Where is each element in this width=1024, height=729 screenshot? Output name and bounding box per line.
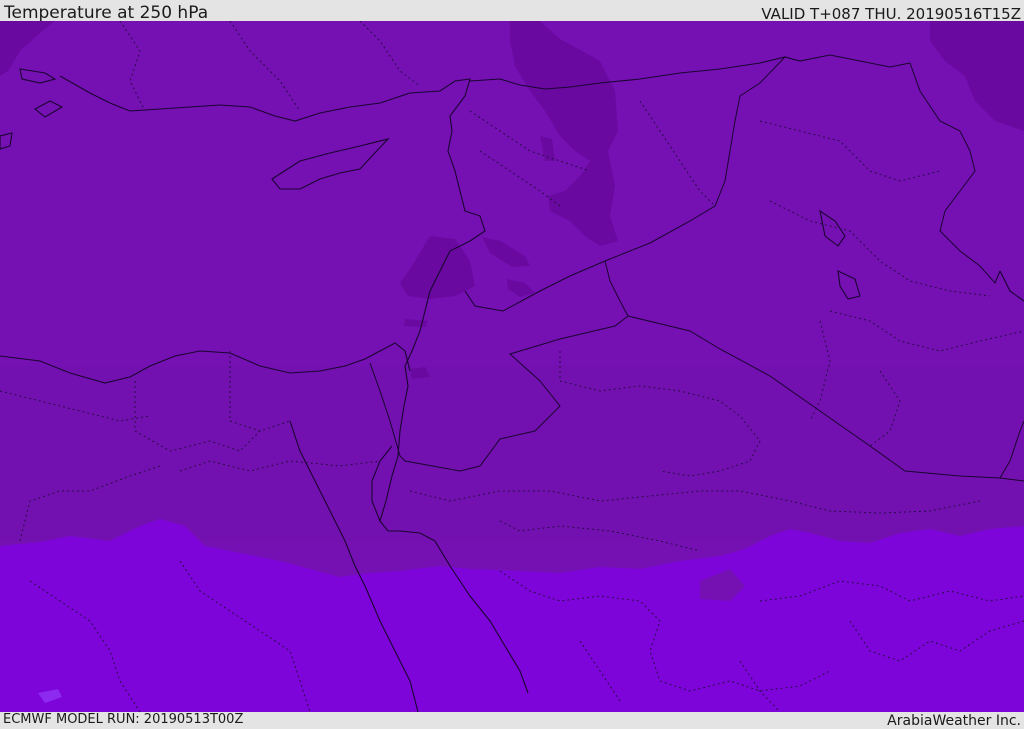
weather-map (0, 21, 1024, 712)
header-bar: Temperature at 250 hPa VALID T+087 THU. … (0, 0, 1024, 23)
footer-bar: ECMWF MODEL RUN: 20190513T00Z ArabiaWeat… (0, 712, 1024, 729)
credit-label: ArabiaWeather Inc. (887, 713, 1021, 729)
mid-latitude-band (0, 366, 1024, 541)
map-svg (0, 21, 1024, 712)
chart-title: Temperature at 250 hPa (4, 3, 209, 23)
model-run-label: ECMWF MODEL RUN: 20190513T00Z (3, 712, 244, 727)
